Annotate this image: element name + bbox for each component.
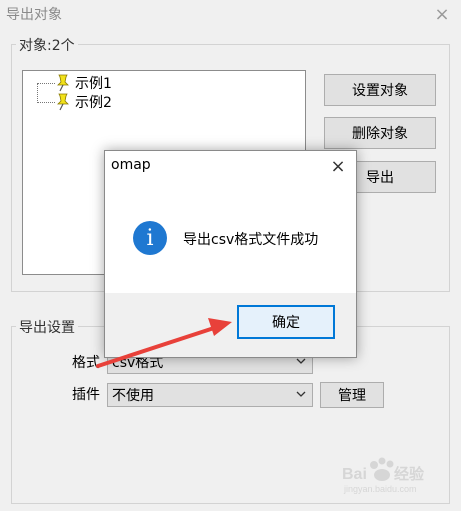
tree-item-label: 示例1 xyxy=(75,76,112,92)
tree-connector xyxy=(37,83,55,84)
tree-connector xyxy=(37,83,38,103)
tree-connector xyxy=(37,102,55,103)
objects-group-title: 对象:2个 xyxy=(16,35,78,55)
set-object-button[interactable]: 设置对象 xyxy=(324,74,436,106)
pushpin-icon xyxy=(57,93,69,111)
delete-object-button[interactable]: 删除对象 xyxy=(324,117,436,149)
message-dialog: omap × i 导出csv格式文件成功 确定 xyxy=(104,150,357,358)
dialog-message: 导出csv格式文件成功 xyxy=(183,232,319,248)
plugin-select-value: 不使用 xyxy=(112,388,154,404)
dialog-title: omap xyxy=(111,157,151,173)
svg-text:jingyan.baidu.com: jingyan.baidu.com xyxy=(343,484,417,494)
svg-text:经验: 经验 xyxy=(394,465,425,483)
dialog-body: i 导出csv格式文件成功 xyxy=(105,181,356,293)
chevron-down-icon xyxy=(296,391,306,397)
plugin-select[interactable]: 不使用 xyxy=(107,383,313,407)
pushpin-icon xyxy=(57,74,69,92)
export-settings-title: 导出设置 xyxy=(16,317,78,337)
info-icon: i xyxy=(133,221,167,255)
tree-item-label: 示例2 xyxy=(75,95,112,111)
tree-item[interactable]: 示例1 xyxy=(55,73,112,93)
window-close-button[interactable]: × xyxy=(428,0,456,28)
tree-item[interactable]: 示例2 xyxy=(55,92,112,112)
format-label: 格式 xyxy=(72,355,100,371)
manage-button[interactable]: 管理 xyxy=(320,382,384,408)
dialog-close-button[interactable]: × xyxy=(327,155,349,177)
ok-button[interactable]: 确定 xyxy=(237,305,335,339)
plugin-label: 插件 xyxy=(72,387,100,403)
baidu-jingyan-watermark: Bai 经验 jingyan.baidu.com xyxy=(342,457,425,494)
window-title: 导出对象 xyxy=(6,7,62,23)
svg-text:Bai: Bai xyxy=(342,466,367,483)
